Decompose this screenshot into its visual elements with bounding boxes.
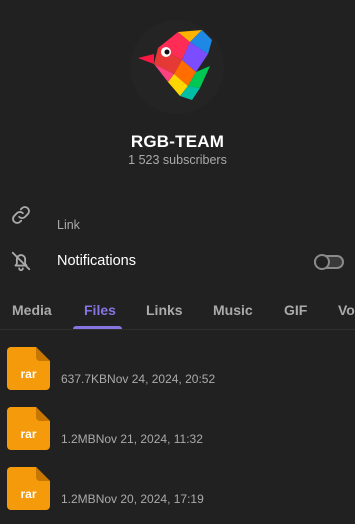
channel-link-row[interactable]: Link	[0, 200, 355, 240]
file-date: Nov 24, 2024, 20:52	[107, 372, 216, 386]
notifications-row[interactable]: Notifications	[0, 244, 355, 280]
file-date: Nov 21, 2024, 11:32	[95, 432, 203, 446]
tab-voice[interactable]: Voice	[338, 302, 355, 318]
tab-gif[interactable]: GIF	[284, 302, 307, 318]
file-date: Nov 20, 2024, 17:19	[95, 492, 204, 506]
bell-off-icon	[10, 250, 32, 272]
file-meta: 1.2MBNov 20, 2024, 17:19	[61, 492, 204, 506]
notifications-toggle[interactable]	[314, 254, 344, 270]
channel-header: RGB-TEAM 1 523 subscribers	[0, 0, 355, 180]
file-meta: 637.7KBNov 24, 2024, 20:52	[61, 372, 215, 386]
file-extension: rar	[20, 487, 37, 501]
file-size: 1.2MB	[61, 432, 96, 446]
file-item[interactable]: rar 1.2MBNov 21, 2024, 11:32	[0, 407, 355, 455]
channel-title: RGB-TEAM	[130, 132, 225, 151]
file-size: 1.2MB	[61, 492, 96, 506]
link-icon	[10, 204, 32, 226]
tab-music[interactable]: Music	[213, 302, 253, 318]
file-extension: rar	[20, 427, 37, 441]
tab-links[interactable]: Links	[146, 302, 183, 318]
tab-media[interactable]: Media	[12, 302, 52, 318]
file-meta: 1.2MBNov 21, 2024, 11:32	[61, 432, 203, 446]
channel-avatar[interactable]	[130, 20, 224, 114]
link-label: Link	[57, 218, 80, 232]
file-item[interactable]: rar 1.2MBNov 20, 2024, 17:19	[0, 467, 355, 515]
file-size: 637.7KB	[61, 372, 108, 386]
file-item[interactable]: rar 637.7KBNov 24, 2024, 20:52	[0, 347, 355, 395]
subscriber-count: 1 523 subscribers	[128, 153, 227, 167]
tab-files[interactable]: Files	[84, 302, 116, 318]
file-extension: rar	[20, 367, 37, 381]
shared-media-tabs: Media Files Links Music GIF Voice	[0, 290, 355, 330]
notifications-label: Notifications	[57, 253, 136, 269]
toggle-knob	[314, 254, 330, 270]
active-tab-indicator	[73, 326, 122, 329]
colorful-bird-logo-icon	[138, 30, 212, 100]
